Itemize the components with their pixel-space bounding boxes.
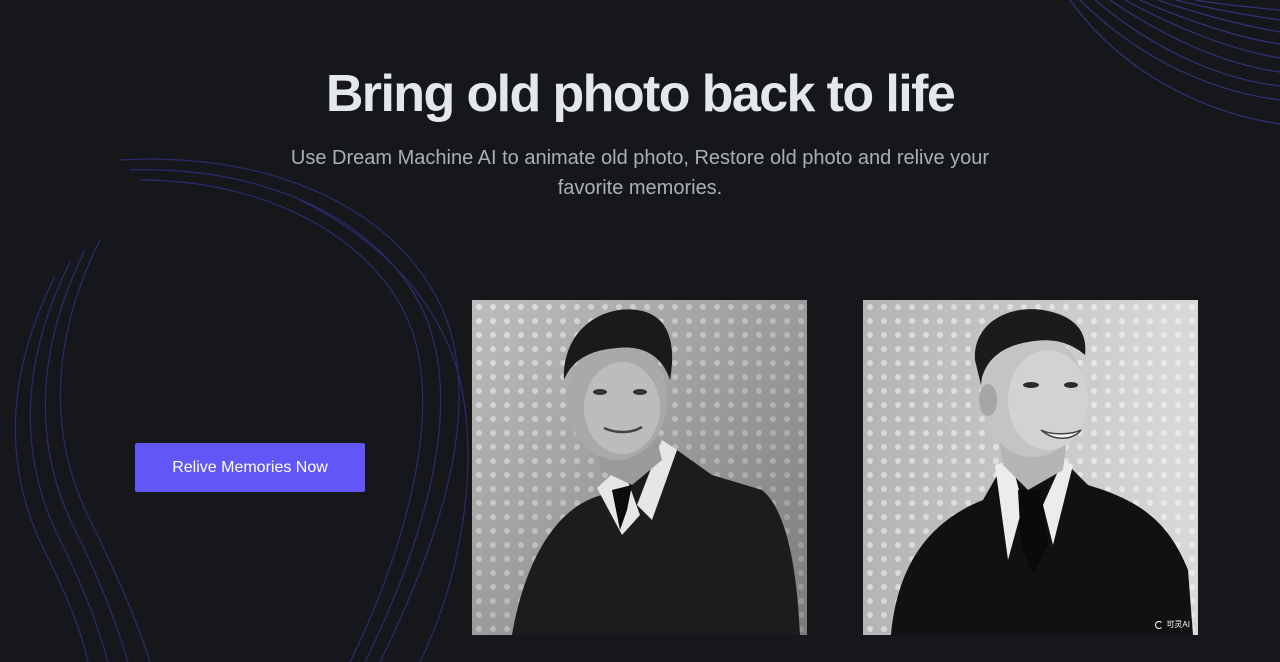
photo-before	[472, 300, 807, 635]
photo-after: 可灵AI	[863, 300, 1198, 635]
page-title: Bring old photo back to life	[325, 65, 956, 123]
page-subtitle: Use Dream Machine AI to animate old phot…	[290, 147, 990, 199]
watermark-logo-icon	[1155, 620, 1164, 629]
relive-memories-button[interactable]: Relive Memories Now	[135, 443, 365, 492]
watermark: 可灵AI	[1155, 619, 1190, 630]
hero-section: Bring old photo back to life Use Dream M…	[0, 0, 1280, 662]
watermark-text: 可灵AI	[1166, 620, 1190, 629]
